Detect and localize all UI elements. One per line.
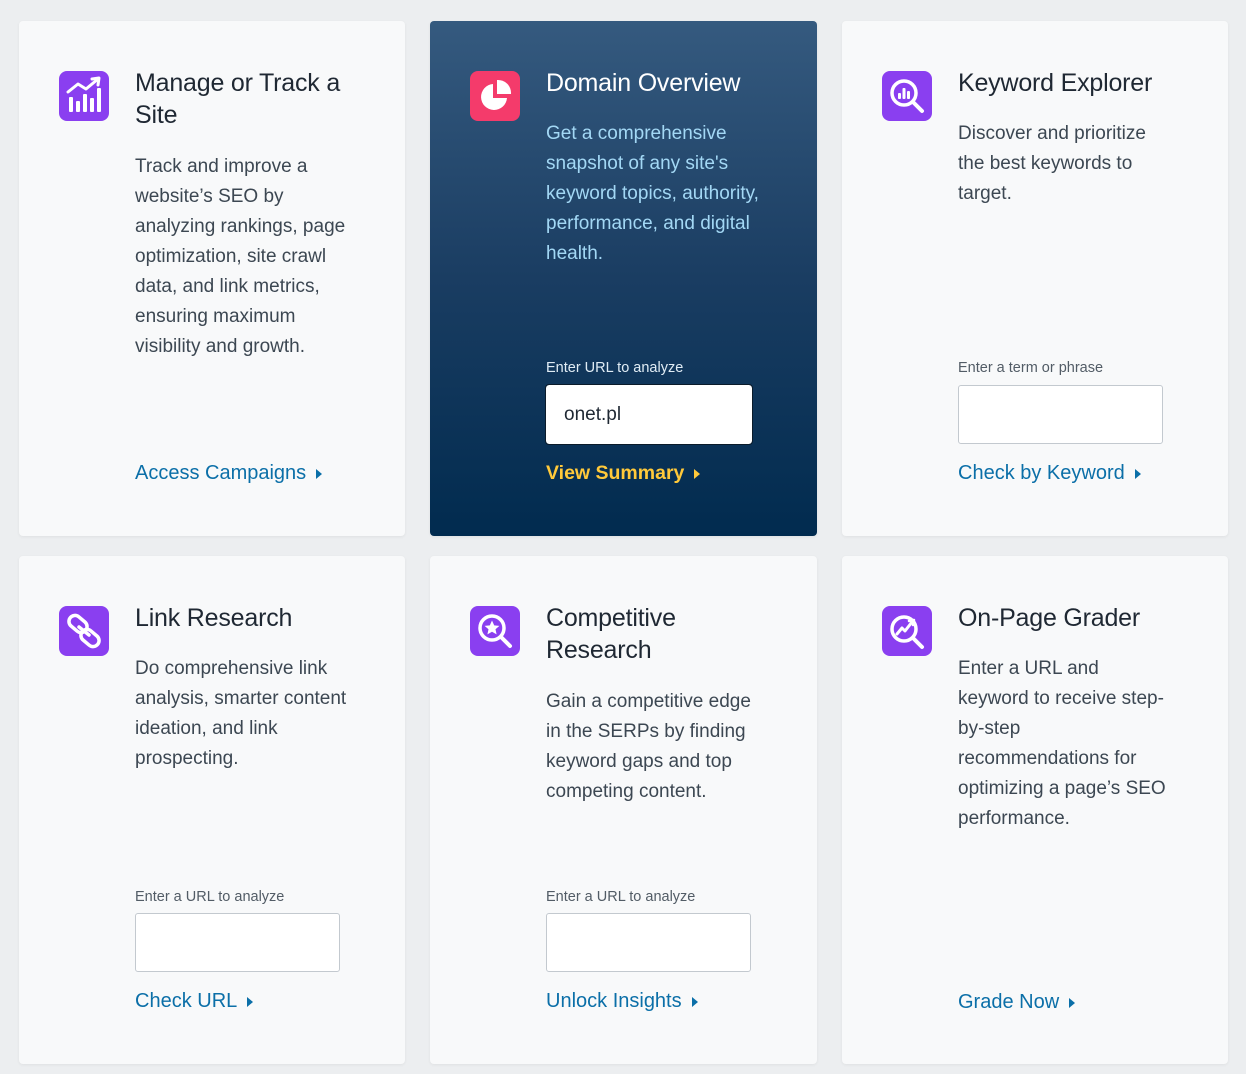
card-description: Enter a URL and keyword to receive step-… <box>958 658 1166 829</box>
pie-chart-icon <box>470 71 520 121</box>
card-description: Discover and prioritize the best keyword… <box>958 123 1146 204</box>
cta-label: Access Campaigns <box>135 462 307 484</box>
search-chart-icon <box>882 71 932 121</box>
card-title: Link Research <box>135 604 293 632</box>
card-description: Get a comprehensive snapshot of any site… <box>546 123 759 264</box>
field-label: Enter a term or phrase <box>958 360 1104 376</box>
card-link-research: Link Research Do comprehensive link anal… <box>19 556 405 1064</box>
cta-label: Check by Keyword <box>958 462 1125 484</box>
field-label: Enter a URL to analyze <box>135 889 285 905</box>
link-icon <box>59 606 109 656</box>
card-description: Gain a competitive edge in the SERPs by … <box>546 691 751 802</box>
check-by-keyword-link[interactable]: Check by Keyword <box>958 462 1141 485</box>
caret-right-icon <box>316 469 323 479</box>
link-url-input[interactable] <box>135 913 340 972</box>
cta-label: Check URL <box>135 990 238 1012</box>
access-campaigns-link[interactable]: Access Campaigns <box>135 462 323 485</box>
card-manage-track-site: Manage or Track a Site Track and improve… <box>19 21 405 536</box>
field-label: Enter a URL to analyze <box>546 889 696 905</box>
card-competitive-research: Competitive Research Gain a competitive … <box>430 556 817 1064</box>
grade-now-link[interactable]: Grade Now <box>958 991 1076 1014</box>
field-label: Enter URL to analyze <box>546 360 684 376</box>
card-keyword-explorer: Keyword Explorer Discover and prioritize… <box>842 21 1228 536</box>
card-on-page-grader: On-Page Grader Enter a URL and keyword t… <box>842 556 1228 1064</box>
caret-right-icon <box>247 997 254 1007</box>
caret-right-icon <box>1069 998 1076 1008</box>
view-summary-link[interactable]: View Summary <box>546 462 701 485</box>
keyword-input[interactable] <box>958 385 1163 444</box>
card-title: Domain Overview <box>546 69 741 97</box>
competitor-url-input[interactable] <box>546 913 751 972</box>
domain-url-input[interactable] <box>545 384 753 445</box>
card-title: On-Page Grader <box>958 604 1141 632</box>
search-star-icon <box>470 606 520 656</box>
card-title: Competitive Research <box>546 604 676 664</box>
cta-label: Unlock Insights <box>546 990 682 1012</box>
unlock-insights-link[interactable]: Unlock Insights <box>546 990 698 1013</box>
caret-right-icon <box>691 997 698 1007</box>
cta-label: View Summary <box>546 462 685 484</box>
bar-chart-icon <box>59 71 109 121</box>
caret-right-icon <box>694 469 701 479</box>
card-description: Do comprehensive link analysis, smarter … <box>135 658 347 769</box>
grader-icon <box>882 606 932 656</box>
cta-label: Grade Now <box>958 991 1060 1013</box>
card-title: Keyword Explorer <box>958 69 1153 97</box>
card-title: Manage or Track a Site <box>135 69 341 129</box>
card-description: Track and improve a website’s SEO by ana… <box>135 156 346 357</box>
check-url-link[interactable]: Check URL <box>135 990 254 1013</box>
card-domain-overview: Domain Overview Get a comprehensive snap… <box>430 21 817 536</box>
caret-right-icon <box>1134 469 1141 479</box>
